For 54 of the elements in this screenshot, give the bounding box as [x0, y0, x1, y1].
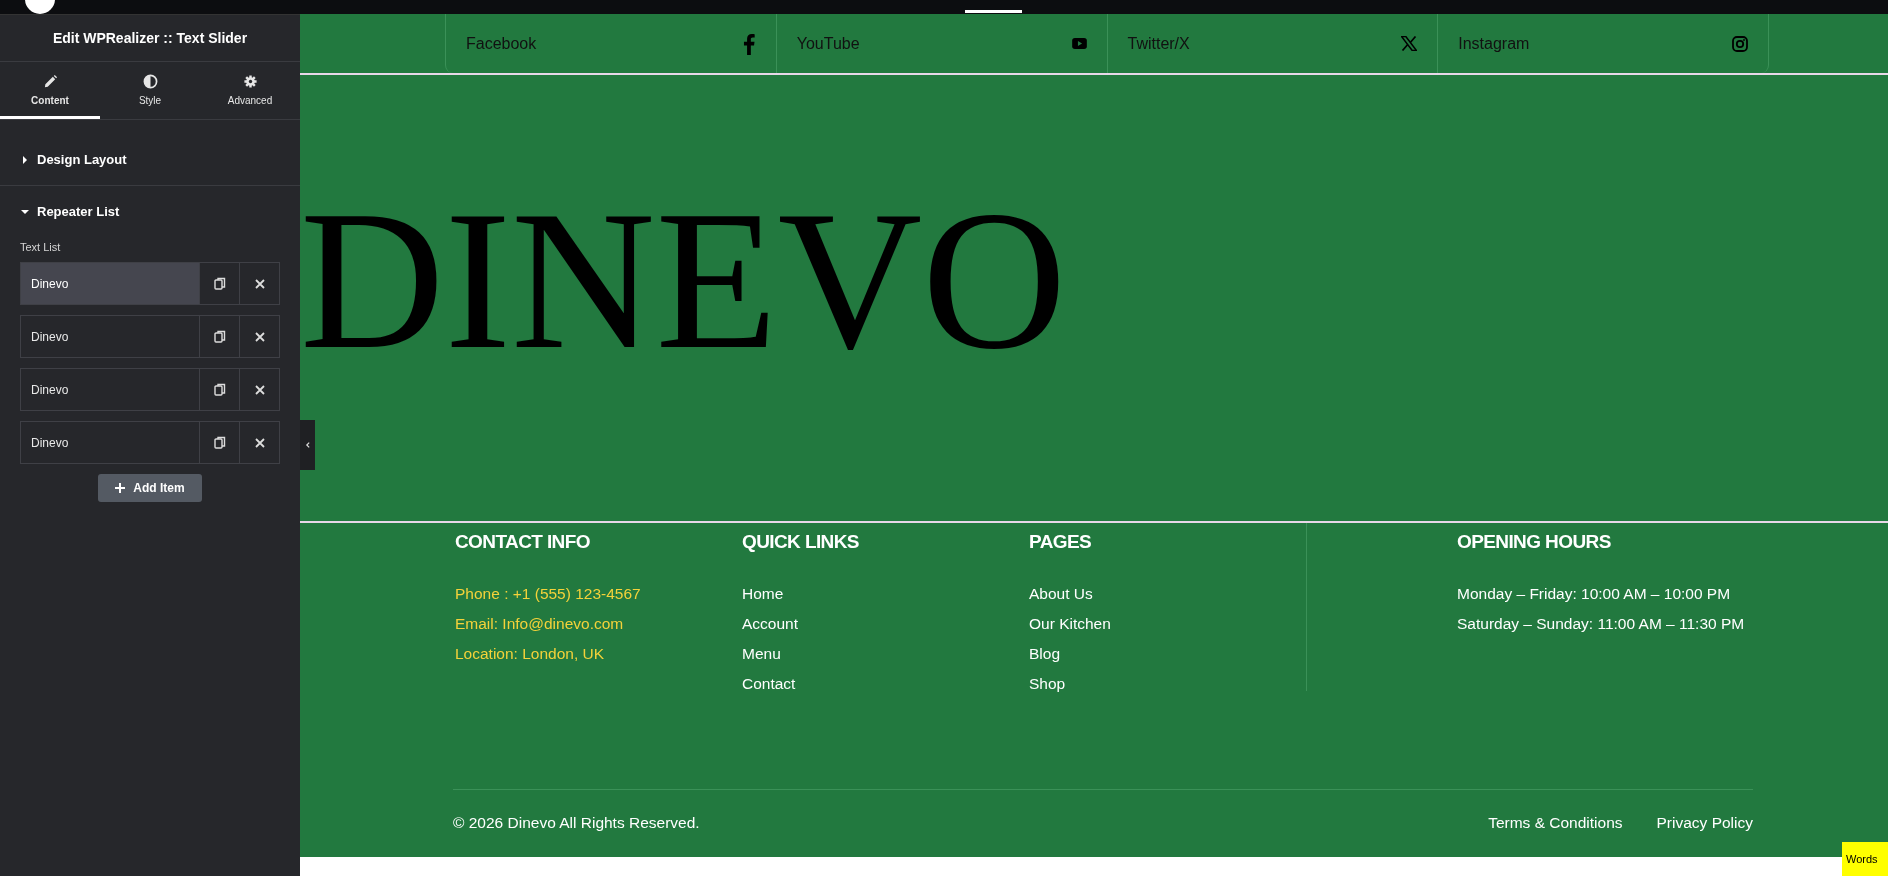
- footer-link[interactable]: Shop: [1029, 675, 1066, 693]
- contrast-icon: [142, 74, 158, 89]
- copy-icon: [213, 330, 226, 343]
- close-icon: [254, 331, 265, 342]
- column-heading: QUICK LINKS: [742, 531, 859, 553]
- panel-tab[interactable]: Style: [100, 62, 200, 119]
- contact-detail: Email: Info@dinevo.com: [455, 615, 624, 633]
- section-toggle[interactable]: Repeater List: [0, 186, 300, 237]
- pencil-icon: [42, 74, 58, 89]
- gear-icon: [242, 74, 258, 89]
- facebook-icon: [741, 32, 756, 55]
- footer-link[interactable]: Our Kitchen: [1029, 615, 1111, 633]
- collapse-handle[interactable]: [300, 420, 315, 470]
- footer-link[interactable]: Blog: [1029, 645, 1061, 663]
- footer-link[interactable]: Account: [742, 615, 798, 633]
- close-icon: [254, 384, 265, 395]
- social-link[interactable]: Instagram: [1437, 14, 1769, 73]
- column-heading: PAGES: [1029, 531, 1092, 553]
- close-icon: [254, 437, 265, 448]
- copyright-text: © 2026 Dinevo All Rights Reserved.: [453, 814, 700, 832]
- instagram-icon: [1732, 35, 1748, 52]
- opening-hours-text: Saturday – Sunday: 11:00 AM – 11:30 PM: [1457, 615, 1745, 633]
- panel-tab[interactable]: Advanced: [200, 62, 300, 119]
- x-icon: [1401, 36, 1418, 51]
- active-tab-indicator: [965, 10, 1022, 13]
- opening-hours-text: Monday – Friday: 10:00 AM – 10:00 PM: [1457, 585, 1731, 603]
- social-link[interactable]: Twitter/X: [1106, 14, 1438, 73]
- repeater-item[interactable]: Dinevo: [21, 263, 199, 304]
- youtube-icon: [1071, 38, 1087, 49]
- add-item-button[interactable]: Add Item: [98, 474, 202, 502]
- column-heading: OPENING HOURS: [1457, 531, 1611, 553]
- social-link[interactable]: Facebook: [445, 14, 776, 73]
- section-toggle[interactable]: Design Layout: [0, 134, 300, 185]
- contact-detail: Phone : +1 (555) 123-4567: [455, 585, 641, 603]
- footer-link[interactable]: Home: [742, 585, 784, 603]
- footer-link[interactable]: About Us: [1029, 585, 1093, 603]
- close-icon: [254, 278, 265, 289]
- panel-tab[interactable]: Content: [0, 62, 100, 119]
- column-heading: CONTACT INFO: [455, 531, 590, 553]
- footer-link[interactable]: Contact: [742, 675, 796, 693]
- caret-icon: [21, 207, 29, 216]
- slider-text: DINEVO: [300, 168, 1068, 392]
- copy-icon: [213, 436, 226, 449]
- field-label: Text List: [20, 241, 62, 253]
- plus-icon: [115, 483, 126, 493]
- copy-icon: [213, 277, 226, 290]
- social-link[interactable]: YouTube: [775, 14, 1107, 73]
- words-badge: Words: [1842, 842, 1888, 876]
- footer-link[interactable]: Menu: [742, 645, 781, 663]
- footer-link[interactable]: Privacy Policy: [1656, 814, 1753, 832]
- caret-icon: [21, 155, 29, 164]
- footer-link[interactable]: Terms & Conditions: [1488, 814, 1623, 832]
- contact-detail: Location: London, UK: [455, 645, 605, 663]
- copy-icon: [213, 383, 226, 396]
